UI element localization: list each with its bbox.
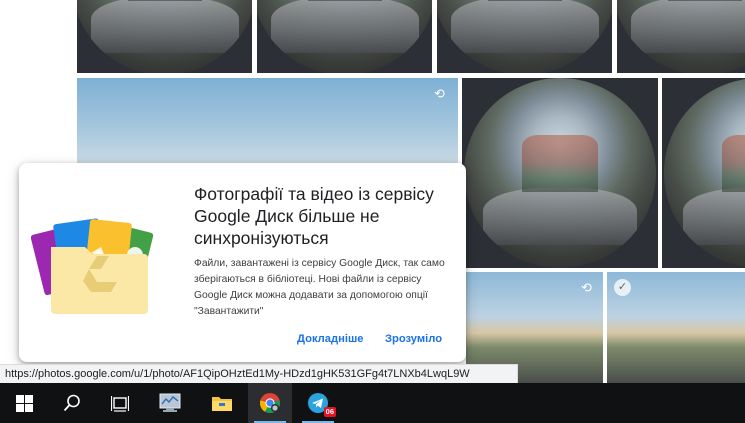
dialog-title: Фотографії та відео із сервісу Google Ди… [194, 184, 434, 248]
google-drive-folder-illustration [31, 218, 154, 314]
search-button[interactable] [48, 383, 96, 423]
photo-thumbnail[interactable] [437, 0, 612, 73]
unread-count-badge: 06 [323, 407, 336, 417]
task-view-icon [111, 395, 129, 412]
task-view-button[interactable] [96, 383, 144, 423]
photo-thumbnail[interactable] [257, 0, 432, 73]
dialog-message: Файли, завантажені із сервісу Google Дис… [194, 258, 445, 317]
photo-thumbnail[interactable] [662, 78, 745, 268]
drive-sync-dialog: Фотографії та відео із сервісу Google Ди… [19, 163, 466, 362]
got-it-button[interactable]: Зрозуміло [385, 333, 442, 345]
panorama-360-icon: ⟲ [434, 86, 445, 101]
search-icon [63, 394, 80, 412]
taskbar-app-chrome[interactable] [248, 383, 292, 423]
photo-thumbnail-panorama[interactable]: ✓ [607, 272, 745, 383]
taskbar-app-file-explorer[interactable] [200, 383, 244, 423]
learn-more-button[interactable]: Докладніше [297, 333, 364, 345]
photo-thumbnail[interactable] [77, 0, 252, 73]
start-button[interactable] [0, 383, 48, 423]
windows-taskbar: 06 [0, 383, 745, 423]
performance-monitor-icon [159, 393, 181, 412]
photo-thumbnail[interactable] [462, 78, 658, 268]
windows-logo-icon [15, 394, 33, 412]
chrome-icon [259, 393, 281, 414]
select-checkmark-icon[interactable]: ✓ [614, 279, 631, 296]
taskbar-app-system-monitor[interactable] [148, 383, 192, 423]
photo-thumbnail[interactable] [617, 0, 745, 73]
link-status-bar: https://photos.google.com/u/1/photo/AF1Q… [0, 364, 518, 383]
taskbar-app-telegram[interactable]: 06 [296, 383, 340, 423]
file-explorer-icon [212, 397, 232, 411]
panorama-360-icon: ⟲ [581, 280, 592, 295]
